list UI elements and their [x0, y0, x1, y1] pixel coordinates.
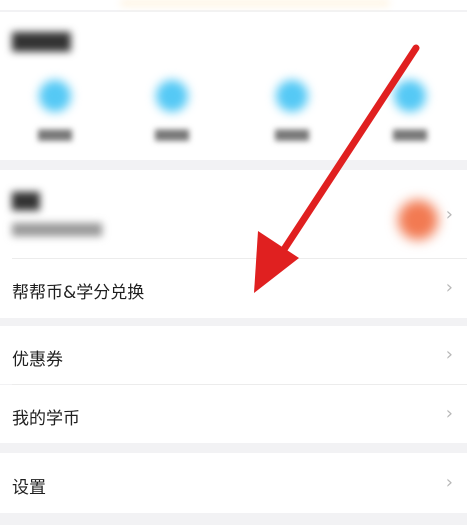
divider [12, 258, 467, 259]
service-icon [394, 80, 426, 112]
menu-item-label: 优惠券 [12, 350, 63, 370]
menu-item-label: 设置 [12, 478, 46, 498]
service-label-blurred: ▇▇▇▇ [155, 128, 189, 141]
service-item[interactable]: ▇▇▇▇ [360, 80, 460, 141]
service-icon [39, 80, 71, 112]
service-item[interactable]: ▇▇▇▇ [242, 80, 342, 141]
menu-item-settings[interactable]: 设置 › [0, 453, 467, 513]
menu-item-label: 我的学币 [12, 409, 80, 429]
services-card: ▇▇▇▇ ▇▇▇▇ ▇▇▇▇ ▇▇▇▇ ▇▇▇▇ [0, 12, 467, 160]
blurred-profile-row[interactable]: ▇▇ ▇▇▇▇▇▇▇▇▇ › [0, 170, 467, 260]
menu-item-my-coins[interactable]: 我的学币 › [0, 385, 467, 443]
chevron-right-icon: › [445, 403, 453, 424]
top-strip [0, 0, 467, 10]
service-item[interactable]: ▇▇▇▇ [122, 80, 222, 141]
chevron-right-icon: › [445, 204, 453, 225]
service-item[interactable]: ▇▇▇▇ [5, 80, 105, 141]
services-title-blurred: ▇▇▇▇ [12, 30, 71, 52]
chevron-right-icon: › [445, 344, 453, 365]
menu-item-coupons[interactable]: 优惠券 › [0, 326, 467, 384]
top-glow [120, 0, 390, 6]
service-icon [156, 80, 188, 112]
menu-item-label: 帮帮币&学分兑换 [12, 283, 145, 303]
chevron-right-icon: › [445, 277, 453, 298]
chevron-right-icon: › [445, 472, 453, 493]
blurred-row-subtitle: ▇▇▇▇▇▇▇▇▇ [12, 222, 102, 237]
service-label-blurred: ▇▇▇▇ [38, 128, 72, 141]
blurred-avatar [398, 200, 438, 240]
blurred-row-title: ▇▇ [12, 190, 40, 211]
menu-item-coin-exchange[interactable]: 帮帮币&学分兑换 › [0, 258, 467, 318]
service-label-blurred: ▇▇▇▇ [393, 128, 427, 141]
service-icon [276, 80, 308, 112]
service-label-blurred: ▇▇▇▇ [275, 128, 309, 141]
